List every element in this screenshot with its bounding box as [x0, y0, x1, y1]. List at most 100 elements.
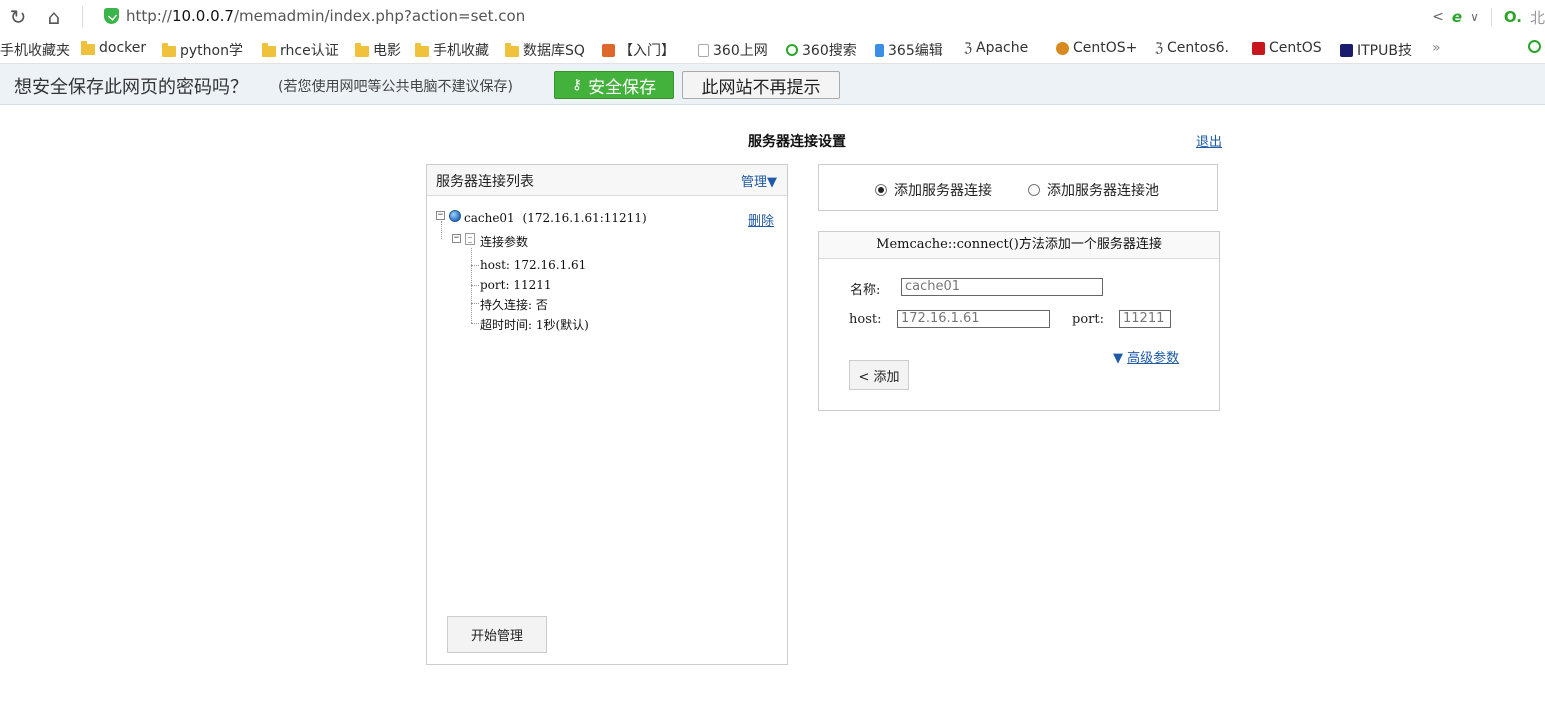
tree-connector	[471, 303, 479, 304]
bookmark-label: 数据库SQ	[523, 43, 585, 59]
radio-add-pool-label: 添加服务器连接池	[1047, 183, 1159, 199]
bookmark-label: 360上网	[713, 43, 768, 59]
bookmarks-bar: 手机收藏夹 docker python学 rhce认证 电影 手机收藏 数据库S…	[0, 34, 1545, 64]
add-button[interactable]: < 添加	[849, 360, 909, 390]
folder-icon	[81, 40, 95, 55]
bookmark-item[interactable]: 数据库SQ	[505, 40, 585, 60]
extension-icon[interactable]	[1528, 40, 1541, 53]
folder-icon	[262, 42, 276, 57]
bookmark-item[interactable]: 360搜索	[786, 40, 857, 60]
search-box-partial[interactable]: 北	[1530, 7, 1545, 28]
form-header: Memcache::connect()方法添加一个服务器连接	[819, 232, 1219, 259]
address-bar-row: ↻ ⌂ http://10.0.0.7/memadmin/index.php?a…	[0, 0, 1545, 34]
collapse-toggle-icon[interactable]: −	[436, 211, 445, 220]
bookmarks-more-button[interactable]: »	[1432, 40, 1441, 56]
bookmark-label: 手机收藏	[433, 43, 489, 59]
folder-icon	[162, 42, 176, 57]
search-engine-icon[interactable]: O.	[1504, 8, 1522, 26]
page-icon	[698, 43, 709, 57]
password-save-question: 想安全保存此网页的密码吗？	[14, 77, 248, 98]
bookmark-item[interactable]: 【入门】	[602, 40, 675, 60]
site-icon	[875, 43, 884, 57]
bookmark-item[interactable]: CentOS	[1252, 40, 1322, 56]
security-shield-icon[interactable]	[104, 8, 119, 24]
advanced-params-label: 高级参数	[1127, 351, 1180, 366]
safe-save-button[interactable]: ⚷ 安全保存	[554, 71, 674, 99]
param-host: host: 172.16.1.61	[480, 258, 587, 272]
toolbar-divider	[82, 6, 83, 28]
name-input[interactable]: cache01	[901, 278, 1103, 296]
bookmark-item[interactable]: docker	[81, 40, 146, 56]
safe-save-label: 安全保存	[588, 77, 657, 98]
refresh-icon[interactable]: ↻	[6, 5, 30, 29]
bookmark-label: Apache	[976, 40, 1029, 56]
bookmark-item[interactable]: ℨ Centos6.	[1155, 40, 1229, 56]
param-timeout: 超时时间: 1秒(默认)	[480, 318, 589, 332]
home-icon[interactable]: ⌂	[42, 5, 66, 29]
bookmark-item[interactable]: 电影	[355, 40, 401, 60]
collapse-toggle-icon[interactable]: −	[452, 234, 461, 243]
manage-menu-button[interactable]: 管理▼	[741, 171, 777, 190]
panel-header: 服务器连接列表 管理▼	[427, 165, 787, 196]
globe-icon	[449, 210, 461, 222]
advanced-params-link[interactable]: ▼ 高级参数	[1113, 347, 1179, 366]
key-icon: ⚷	[571, 77, 583, 93]
url-prefix: http://	[126, 7, 172, 25]
bookmark-label: rhce认证	[280, 43, 339, 59]
port-input[interactable]: 11211	[1119, 310, 1171, 328]
host-input[interactable]: 172.16.1.61	[897, 310, 1050, 328]
bookmark-item[interactable]: ℨ Apache	[964, 40, 1028, 56]
bookmark-item[interactable]: 360上网	[698, 40, 768, 60]
site-icon	[786, 44, 798, 56]
bookmark-item[interactable]: 365编辑	[875, 40, 943, 60]
radio-add-server[interactable]: 添加服务器连接	[875, 180, 992, 200]
bookmark-item[interactable]: 手机收藏夹	[0, 40, 70, 60]
folder-icon	[415, 42, 429, 57]
tree-connector	[471, 323, 479, 324]
panel-title: 服务器连接列表	[436, 174, 534, 190]
ie-mode-icon[interactable]: e	[1452, 8, 1462, 26]
bookmark-label: 【入门】	[619, 43, 675, 59]
radio-unselected-icon[interactable]	[1028, 184, 1040, 196]
server-address: (172.16.1.61:11211)	[522, 211, 647, 225]
host-label: host:	[849, 312, 882, 327]
connection-type-selector: 添加服务器连接 添加服务器连接池	[818, 164, 1218, 211]
chevron-down-icon[interactable]: ∨	[1470, 10, 1479, 24]
logout-link[interactable]: 退出	[1196, 131, 1222, 150]
site-icon	[1252, 41, 1265, 55]
delete-server-link[interactable]: 删除	[748, 210, 774, 229]
chat-icon	[1528, 40, 1541, 53]
tree-connector	[471, 285, 479, 286]
url-host: 10.0.0.7	[171, 7, 234, 25]
apache-feather-icon: ℨ	[964, 40, 973, 56]
tree-connector	[441, 221, 442, 239]
tree-node-server[interactable]: cache01 (172.16.1.61:11211)	[464, 211, 647, 225]
start-manage-button[interactable]: 开始管理	[447, 616, 547, 653]
server-name: cache01	[464, 211, 515, 225]
bookmark-label: 手机收藏夹	[0, 43, 70, 59]
bookmark-item[interactable]: python学	[162, 40, 243, 60]
never-prompt-button[interactable]: 此网站不再提示	[682, 71, 840, 99]
name-label: 名称:	[850, 283, 881, 298]
triangle-down-icon: ▼	[1113, 351, 1123, 366]
server-tree: − cache01 (172.16.1.61:11211) 删除 − 连接参数 …	[427, 196, 787, 596]
bookmark-item[interactable]: 手机收藏	[415, 40, 489, 60]
address-bar-actions: < e ∨ O. 北	[1432, 5, 1545, 29]
apache-feather-icon: ℨ	[1155, 40, 1164, 56]
radio-selected-icon[interactable]	[875, 184, 887, 196]
bookmark-item[interactable]: rhce认证	[262, 40, 339, 60]
bookmark-label: 电影	[373, 43, 401, 59]
url-field[interactable]: http://10.0.0.7/memadmin/index.php?actio…	[126, 7, 525, 25]
bookmark-item[interactable]: CentOS+	[1056, 40, 1137, 56]
bookmark-label: 365编辑	[888, 43, 943, 59]
radio-add-server-label: 添加服务器连接	[894, 183, 992, 199]
server-connection-list-panel: 服务器连接列表 管理▼ − cache01 (172.16.1.61:11211…	[426, 164, 788, 665]
radio-add-pool[interactable]: 添加服务器连接池	[1028, 180, 1159, 200]
tree-node-params[interactable]: 连接参数	[480, 233, 528, 250]
bookmark-item[interactable]: ITPUB技	[1340, 40, 1412, 60]
folder-icon	[355, 42, 369, 57]
share-icon[interactable]: <	[1432, 9, 1444, 25]
bookmark-label: docker	[99, 40, 147, 56]
param-port: port: 11211	[480, 278, 552, 292]
bookmark-label: ITPUB技	[1357, 43, 1412, 59]
